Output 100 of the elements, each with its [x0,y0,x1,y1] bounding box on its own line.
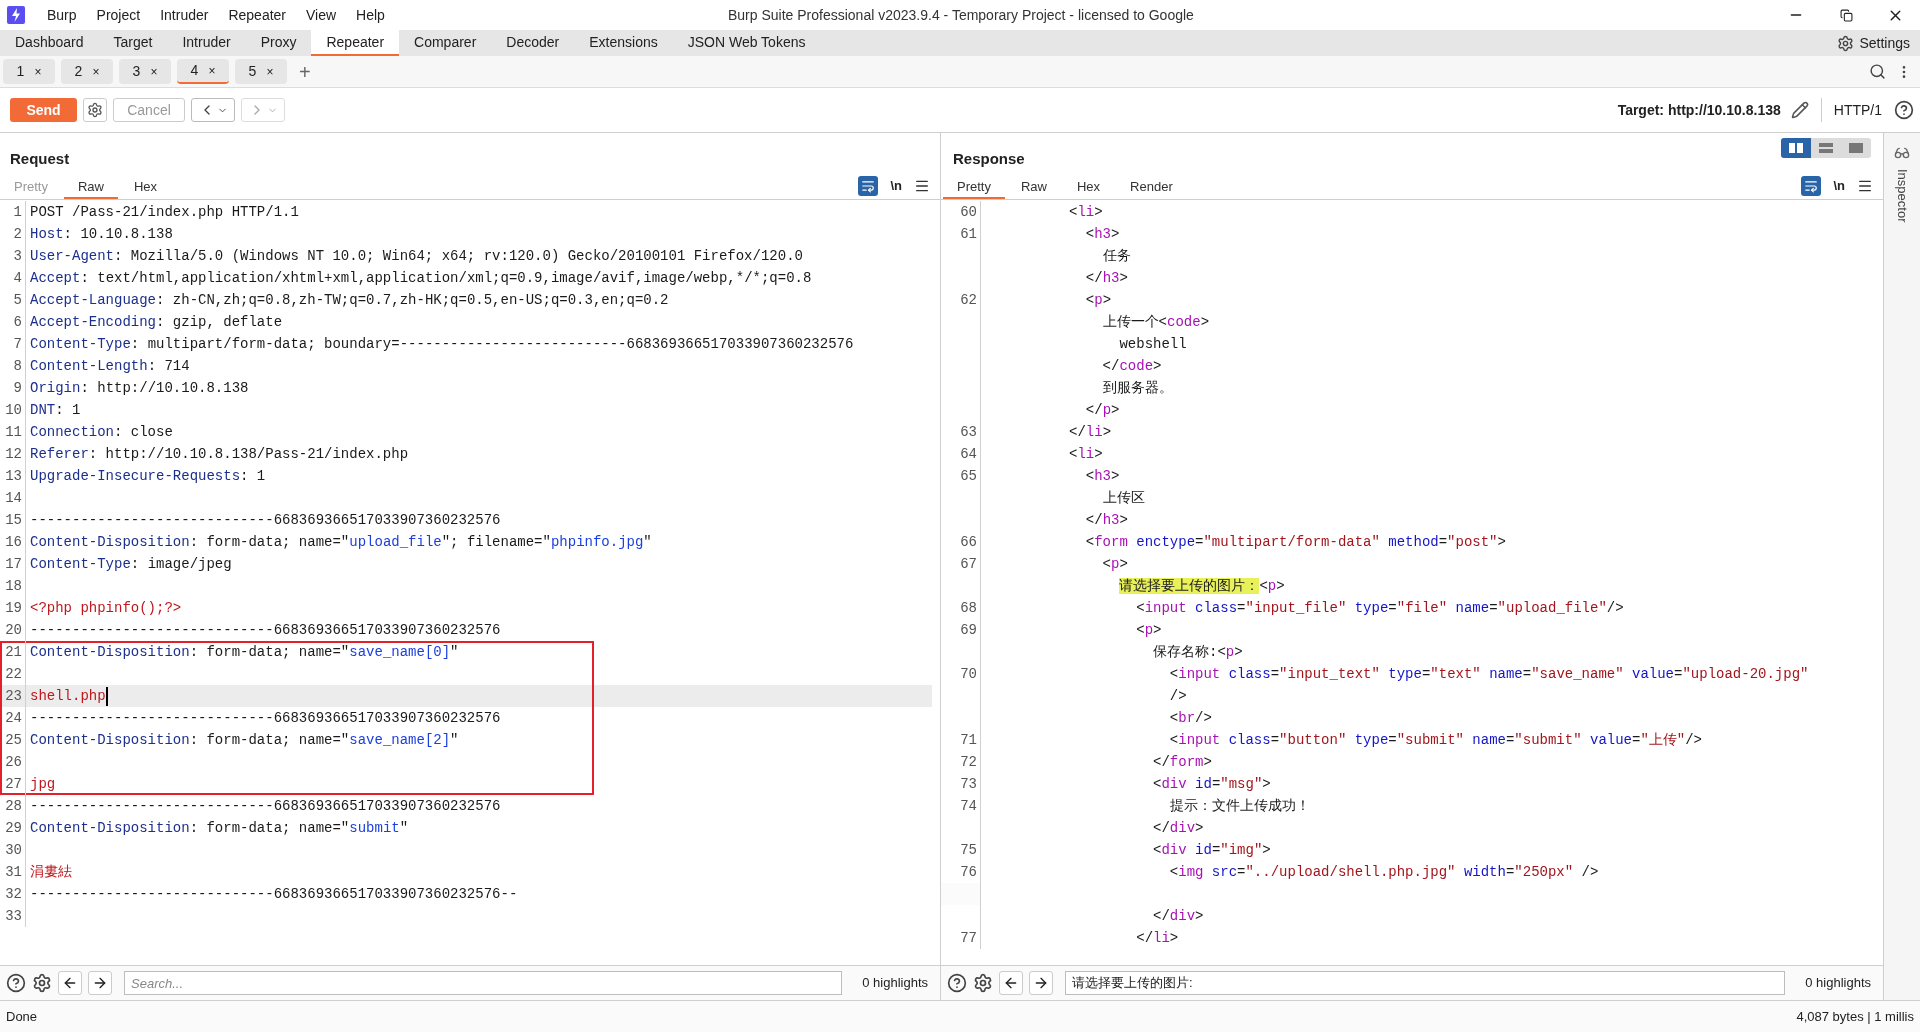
request-tab[interactable]: 3 × [119,59,171,84]
code-line: jpg [29,775,56,794]
menu-item[interactable]: Help [356,4,385,26]
menu-item[interactable]: View [306,4,337,26]
previous-match-button[interactable] [999,971,1023,995]
next-match-button[interactable] [88,971,112,995]
code-line: Content-Disposition: form-data; name="save_name[0]" [29,643,459,662]
main-tab[interactable]: Repeater [311,30,400,56]
line-number: 21 [5,643,22,662]
code-line: </h3> [1084,511,1128,530]
restore-icon[interactable] [1840,8,1853,22]
inspector-tab[interactable]: Inspector [1892,169,1912,223]
view-tab[interactable]: Raw [63,177,118,199]
settings-icon[interactable] [1837,34,1855,52]
edit-icon[interactable] [1790,101,1809,119]
code-line: 保存名称:<p> [1152,643,1243,662]
line-number: 33 [5,907,22,926]
view-tab[interactable]: Render [1116,177,1187,199]
code-line: Accept-Encoding: gzip, deflate [29,313,283,332]
code-line: <form enctype="multipart/form-data" method="post"> [1084,533,1506,552]
app-logo [7,6,25,24]
layout-icon [1819,143,1833,153]
settings-label[interactable]: Settings [1859,32,1910,54]
response-stats: 4,087 bytes | 1 millis [1796,1007,1914,1026]
main-tab[interactable]: Proxy [245,30,312,56]
previous-match-button[interactable] [58,971,82,995]
code-line: 上传区 [1101,489,1145,508]
settings-icon[interactable] [32,973,52,993]
line-number: 65 [960,467,977,486]
code-line: webshell [1118,335,1187,354]
request-tab[interactable]: 2 × [61,59,113,84]
search-field[interactable]: 请选择要上传的图片: [1065,971,1786,995]
view-tab[interactable]: Hex [1063,177,1115,199]
search-field[interactable]: Search... [124,971,843,995]
highlights-count: 0 highlights [1805,974,1871,993]
next-match-button[interactable] [1029,971,1053,995]
main-tab[interactable]: Comparer [399,30,492,56]
line-number: 32 [5,885,22,904]
pane-title: Request [10,148,70,169]
code-line: </li> [1135,929,1179,948]
settings-button[interactable] [83,98,107,122]
menu-item[interactable]: Project [96,4,141,26]
main-tab[interactable]: JSON Web Tokens [672,30,821,56]
code-line: Content-Disposition: form-data; name="save_name[2]" [29,731,459,750]
line-number: 19 [5,599,22,618]
code-line: 请选择要上传的图片：<p> [1118,577,1285,596]
code-line: Content-Disposition: form-data; name="upload_file"; filename="phpinfo.jpg" [29,533,652,552]
code-line: DNT: 1 [29,401,81,420]
line-number: 10 [5,401,22,420]
add-tab-button[interactable]: + [299,56,311,87]
newline-toggle[interactable]: \n [1833,176,1845,196]
code-line: -----------------------------668369366517033907360232576-- [29,885,518,904]
request-tab[interactable]: 1 × [3,59,55,84]
code-line: <p> [1101,555,1128,574]
line-number: 25 [5,731,22,750]
line-number: 14 [5,489,22,508]
request-tab[interactable]: 5 × [235,59,287,84]
line-number: 72 [960,753,977,772]
menu-item[interactable]: Burp [47,4,77,26]
view-tab[interactable]: Pretty [943,177,1005,199]
main-tab[interactable]: Extensions [574,30,673,56]
code-line: </li> [1068,423,1112,442]
line-number: 26 [5,753,22,772]
view-tab[interactable]: Raw [1006,177,1061,199]
line-number: 6 [13,313,22,332]
glasses-icon[interactable] [1894,145,1910,161]
settings-icon[interactable] [973,973,993,993]
help-icon[interactable] [6,973,26,993]
line-number: 23 [5,687,22,706]
wrap-toggle[interactable] [1801,176,1822,196]
main-tab[interactable]: Dashboard [0,30,99,56]
line-number: 20 [5,621,22,640]
code-line: Origin: http://10.10.8.138 [29,379,249,398]
request-tab[interactable]: 4 × [177,59,229,84]
line-number: 22 [5,665,22,684]
menu-icon[interactable] [1857,178,1873,194]
code-line: /> [1168,687,1187,706]
wrap-toggle[interactable] [858,176,879,196]
target-label: Target: http://10.10.8.138 [1617,100,1781,120]
menu-item[interactable]: Intruder [160,4,209,26]
menu-item[interactable]: Repeater [228,4,286,26]
layout-button[interactable] [1781,138,1811,158]
protocol-label[interactable]: HTTP/1 [1833,99,1882,121]
line-number: 9 [13,379,22,398]
newline-toggle[interactable]: \n [890,176,902,196]
main-tab[interactable]: Decoder [491,30,575,56]
code-line: <input class="input_file" type="file" name="upload_file"/> [1135,599,1624,618]
pane-title: Response [953,148,1025,169]
code-line: -----------------------------668369366517033907360232576 [29,797,501,816]
view-tab[interactable]: Hex [120,177,172,199]
main-tab[interactable]: Intruder [167,30,246,56]
help-icon[interactable] [1894,100,1914,120]
layout-icon [1789,143,1803,153]
line-number: 29 [5,819,22,838]
main-tab[interactable]: Target [98,30,168,56]
right-arrow-icon [92,975,108,991]
menu-icon[interactable] [914,178,930,194]
search-icon[interactable] [1869,63,1886,80]
window-title: Burp Suite Professional v2023.9.4 - Temporary Project - licensed to Google [728,5,1194,25]
help-icon[interactable] [947,973,967,993]
